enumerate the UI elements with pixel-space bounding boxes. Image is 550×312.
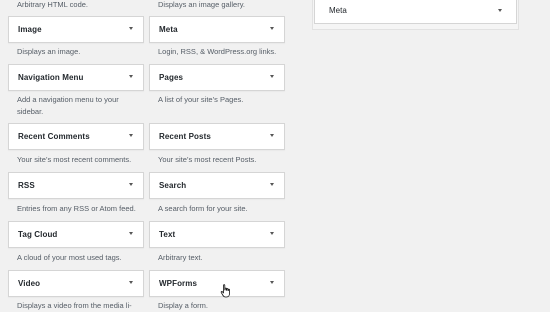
- widget-description: Displays an image.: [17, 47, 81, 56]
- widget-description: Add a navigation menu to your sidebar.: [17, 95, 119, 116]
- chevron-down-icon[interactable]: [129, 27, 133, 30]
- widget-description: Display a form.: [158, 301, 209, 310]
- widget-text[interactable]: Text: [149, 221, 285, 248]
- widget-title: Meta: [159, 25, 178, 34]
- widget-title: RSS: [18, 181, 35, 190]
- widget-title: Tag Cloud: [18, 230, 58, 239]
- widget-description: Displays an image gallery.: [158, 0, 245, 9]
- widget-title: Recent Posts: [159, 132, 211, 141]
- widget-title: Search: [159, 181, 187, 190]
- chevron-down-icon[interactable]: [129, 281, 133, 284]
- chevron-down-icon[interactable]: [129, 232, 133, 235]
- widget-title: Image: [18, 25, 42, 34]
- widget-title: Pages: [159, 73, 184, 82]
- widget-title: Recent Comments: [18, 132, 90, 141]
- widget-tag-cloud[interactable]: Tag Cloud: [8, 221, 144, 248]
- sidebar-widget-title: Meta: [329, 6, 347, 15]
- widget-description: Arbitrary text.: [158, 253, 203, 262]
- widget-description: Entries from any RSS or Atom feed.: [17, 204, 136, 213]
- widget-description: Your site’s most recent comments.: [17, 155, 132, 164]
- widget-image[interactable]: Image: [8, 16, 144, 43]
- chevron-down-icon[interactable]: [270, 232, 274, 235]
- widget-title: Text: [159, 230, 176, 239]
- widget-title: Video: [18, 279, 41, 288]
- widget-description: Displays a video from the media li-: [17, 301, 132, 310]
- widget-video[interactable]: Video: [8, 270, 144, 297]
- widget-recent-comments[interactable]: Recent Comments: [8, 123, 144, 150]
- hand-cursor-icon: [220, 284, 230, 298]
- widget-description: Arbitrary HTML code.: [17, 0, 88, 9]
- widget-pages[interactable]: Pages: [149, 64, 285, 91]
- widget-search[interactable]: Search: [149, 172, 285, 199]
- chevron-down-icon[interactable]: [129, 183, 133, 186]
- sidebar-widget-meta[interactable]: Meta: [314, 0, 517, 24]
- widget-navigation-menu[interactable]: Navigation Menu: [8, 64, 144, 91]
- widget-title: WPForms: [159, 279, 198, 288]
- widget-meta[interactable]: Meta: [149, 16, 285, 43]
- chevron-down-icon[interactable]: [129, 75, 133, 78]
- chevron-down-icon[interactable]: [270, 183, 274, 186]
- widget-title: Navigation Menu: [18, 73, 84, 82]
- chevron-down-icon[interactable]: [270, 75, 274, 78]
- chevron-down-icon[interactable]: [270, 134, 274, 137]
- chevron-down-icon[interactable]: [498, 9, 502, 12]
- chevron-down-icon[interactable]: [270, 281, 274, 284]
- widget-description: A cloud of your most used tags.: [17, 253, 122, 262]
- chevron-down-icon[interactable]: [270, 27, 274, 30]
- chevron-down-icon[interactable]: [129, 134, 133, 137]
- widget-description: Your site’s most recent Posts.: [158, 155, 257, 164]
- widget-description: A list of your site’s Pages.: [158, 95, 244, 104]
- widget-recent-posts[interactable]: Recent Posts: [149, 123, 285, 150]
- widget-description: A search form for your site.: [158, 204, 248, 213]
- widget-rss[interactable]: RSS: [8, 172, 144, 199]
- widget-description: Login, RSS, & WordPress.org links.: [158, 47, 277, 56]
- widget-wpforms[interactable]: WPForms: [149, 270, 285, 297]
